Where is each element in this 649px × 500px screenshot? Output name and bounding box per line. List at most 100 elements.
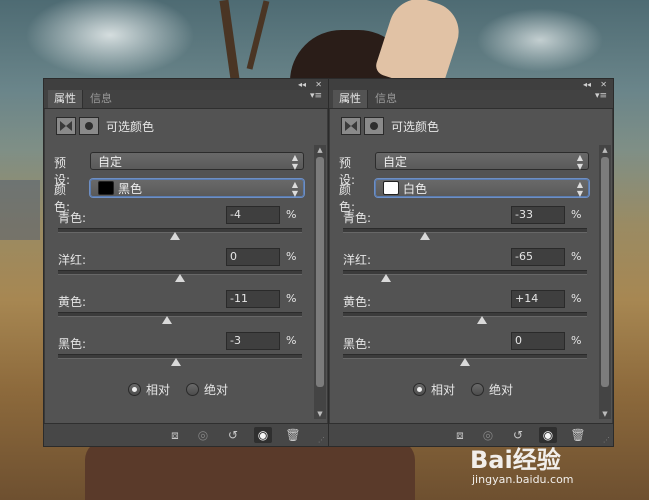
slider-thumb[interactable]: [171, 358, 182, 366]
slider-value-input[interactable]: +14: [511, 290, 565, 308]
properties-panel-left: ◂◂ ✕ 属性 信息 ▾≡ 可选颜色 预设: 自定 ▲ ▼ 颜色: 黑色 ▲ ▼ 青…: [43, 78, 329, 447]
radio-relative-label: 相对: [146, 383, 171, 397]
menu-icon[interactable]: ▾≡: [310, 91, 322, 101]
slider-value-input[interactable]: 0: [511, 332, 565, 350]
scroll-down-icon[interactable]: ▼: [599, 409, 611, 419]
close-icon[interactable]: ✕: [600, 79, 607, 90]
slider-black: 黑色: 0 %: [339, 332, 601, 372]
adjustment-title: 可选颜色: [391, 120, 440, 134]
slider-thumb[interactable]: [477, 316, 488, 324]
resize-grip-icon[interactable]: ⋰: [318, 436, 325, 444]
percent-unit: %: [286, 292, 297, 305]
percent-unit: %: [571, 250, 582, 263]
trash-icon[interactable]: 🗑: [284, 427, 302, 443]
slider-track[interactable]: [343, 270, 587, 275]
percent-unit: %: [571, 292, 582, 305]
slider-cyan: 青色: -33 %: [339, 206, 601, 246]
slider-thumb[interactable]: [175, 274, 185, 282]
view-previous-state-icon[interactable]: ◎: [194, 427, 212, 443]
radio-absolute-label: 绝对: [204, 383, 229, 397]
preset-select[interactable]: 自定 ▲ ▼: [90, 152, 304, 171]
scroll-up-icon[interactable]: ▲: [314, 145, 326, 155]
tab-properties[interactable]: 属性: [48, 90, 83, 108]
color-swatch: [98, 181, 114, 195]
preset-value: 自定: [98, 155, 123, 169]
slider-thumb[interactable]: [419, 232, 430, 240]
slider-label: 黄色:: [58, 295, 87, 309]
radio-absolute[interactable]: 绝对: [471, 381, 513, 398]
slider-thumb[interactable]: [460, 358, 470, 366]
layer-mask-icon[interactable]: [79, 117, 99, 135]
tab-info[interactable]: 信息: [369, 90, 403, 108]
scroll-down-icon[interactable]: ▼: [314, 409, 326, 419]
close-icon[interactable]: ✕: [315, 79, 322, 90]
eye-icon[interactable]: ◉: [254, 427, 272, 443]
panel-scrollbar[interactable]: ▲ ▼: [314, 145, 326, 419]
tab-properties[interactable]: 属性: [333, 90, 368, 108]
preset-value: 自定: [383, 155, 408, 169]
radio-absolute-label: 绝对: [489, 383, 514, 397]
photo-subject-coat: [85, 440, 415, 500]
radio-dot: [471, 383, 484, 396]
properties-panel-right: ◂◂ ✕ 属性 信息 ▾≡ 可选颜色 预设: 自定 ▲ ▼ 颜色: 白色 ▲ ▼ 青…: [328, 78, 614, 447]
percent-unit: %: [571, 208, 582, 221]
updown-arrows-icon: ▲ ▼: [291, 153, 299, 171]
radio-relative[interactable]: 相对: [128, 381, 170, 398]
slider-value-input[interactable]: -65: [511, 248, 565, 266]
adjustment-title-row: 可选颜色: [44, 109, 328, 143]
double-chevron-right-icon[interactable]: ◂◂: [298, 79, 306, 90]
scroll-thumb[interactable]: [601, 157, 609, 387]
percent-unit: %: [286, 208, 297, 221]
scroll-up-icon[interactable]: ▲: [599, 145, 611, 155]
scroll-thumb[interactable]: [316, 157, 324, 387]
updown-arrows-icon: ▲ ▼: [576, 153, 584, 171]
slider-value-input[interactable]: 0: [226, 248, 280, 266]
slider-label: 黑色:: [58, 337, 87, 351]
double-chevron-right-icon[interactable]: ◂◂: [583, 79, 591, 90]
slider-label: 青色:: [343, 211, 372, 225]
slider-label: 黄色:: [343, 295, 372, 309]
menu-icon[interactable]: ▾≡: [595, 91, 607, 101]
slider-value-input[interactable]: -33: [511, 206, 565, 224]
selective-color-adjustment-icon: [56, 117, 76, 135]
slider-value-input[interactable]: -11: [226, 290, 280, 308]
tab-info[interactable]: 信息: [84, 90, 118, 108]
slider-cyan: 青色: -4 %: [54, 206, 316, 246]
slider-thumb[interactable]: [170, 232, 181, 240]
slider-black: 黑色: -3 %: [54, 332, 316, 372]
radio-dot: [186, 383, 199, 396]
panel-tabbar: 属性 信息 ▾≡: [329, 90, 613, 109]
color-value: 黑色: [118, 182, 143, 196]
panel-scrollbar[interactable]: ▲ ▼: [599, 145, 611, 419]
percent-unit: %: [286, 250, 297, 263]
adjustment-title: 可选颜色: [106, 120, 155, 134]
color-select[interactable]: 白色 ▲ ▼: [375, 179, 589, 198]
radio-absolute[interactable]: 绝对: [186, 381, 228, 398]
clip-to-layer-icon[interactable]: ⧈: [166, 427, 184, 443]
slider-magenta: 洋红: -65 %: [339, 248, 601, 288]
clip-to-layer-icon[interactable]: ⧈: [451, 427, 469, 443]
slider-yellow: 黄色: -11 %: [54, 290, 316, 330]
layer-mask-icon[interactable]: [364, 117, 384, 135]
radio-relative[interactable]: 相对: [413, 381, 455, 398]
branch: [219, 0, 240, 81]
slider-label: 青色:: [58, 211, 87, 225]
slider-value-input[interactable]: -3: [226, 332, 280, 350]
slider-value-input[interactable]: -4: [226, 206, 280, 224]
slider-track[interactable]: [343, 228, 587, 233]
watermark-url: jingyan.baidu.com: [472, 473, 574, 486]
slider-track[interactable]: [343, 312, 587, 317]
branch: [246, 0, 270, 70]
percent-unit: %: [286, 334, 297, 347]
preset-select[interactable]: 自定 ▲ ▼: [375, 152, 589, 171]
color-select[interactable]: 黑色 ▲ ▼: [90, 179, 304, 198]
photo-building: [0, 180, 40, 240]
panel-bottom-toolbar: ⧈ ◎ ↺ ◉ 🗑 ⋰: [44, 423, 328, 446]
reset-icon[interactable]: ↺: [224, 427, 242, 443]
slider-thumb[interactable]: [380, 274, 391, 282]
slider-thumb[interactable]: [161, 316, 172, 324]
color-value: 白色: [403, 182, 428, 196]
slider-track[interactable]: [58, 312, 302, 317]
slider-label: 黑色:: [343, 337, 372, 351]
panel-header-strip: ◂◂ ✕: [44, 79, 328, 90]
